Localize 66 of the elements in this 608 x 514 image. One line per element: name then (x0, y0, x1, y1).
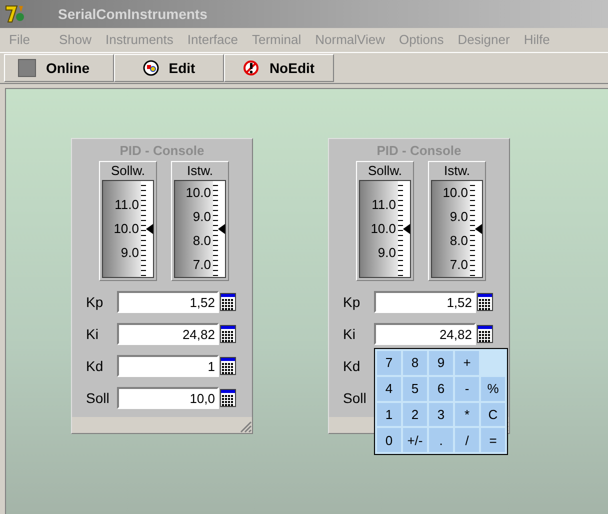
keypad-key[interactable]: 4 (377, 376, 401, 400)
square-icon (18, 59, 36, 77)
keypad-key[interactable]: 2 (403, 402, 427, 426)
field-label: Soll (342, 390, 368, 406)
input-field[interactable]: 10,0 (117, 387, 219, 409)
keypad-key[interactable]: = (481, 428, 505, 452)
input-field[interactable]: 1,52 (374, 291, 476, 313)
scale-label: 7.0 (450, 257, 468, 273)
calculator-icon[interactable] (220, 293, 236, 311)
input-field[interactable]: 24,82 (117, 323, 219, 345)
scale-label: 9.0 (378, 245, 396, 261)
gauge-label: Istw. (186, 162, 213, 180)
keypad-key[interactable]: 1 (377, 402, 401, 426)
scale-label: 9.0 (192, 209, 211, 225)
scale-label: 11.0 (114, 197, 139, 213)
resize-grip-icon[interactable] (240, 421, 252, 433)
scale-label: 10.0 (186, 185, 211, 201)
calculator-icon[interactable] (477, 293, 493, 311)
scale-label: 10.0 (442, 185, 468, 201)
calculator-icon[interactable] (220, 389, 236, 407)
scale-label: 8.0 (450, 233, 468, 249)
scale-label: 8.0 (192, 233, 211, 249)
field-label: Kd (85, 358, 104, 374)
keypad-key[interactable]: / (455, 428, 479, 452)
keypad-key[interactable]: . (429, 428, 453, 452)
input-field[interactable]: 1 (117, 355, 219, 377)
keypad-key[interactable]: +/- (403, 428, 427, 452)
gauge-label: Sollw. (368, 162, 402, 180)
calculator-icon[interactable] (220, 325, 236, 343)
toolbar-button[interactable]: Online (4, 54, 114, 82)
app-logo-icon (4, 4, 26, 24)
scale-label: 7.0 (192, 257, 211, 273)
keypad-key[interactable]: - (455, 376, 479, 400)
field-label: Ki (85, 326, 100, 342)
keypad-key[interactable]: 8 (403, 351, 427, 375)
keypad-key[interactable]: C (481, 402, 505, 426)
input-field[interactable]: 24,82 (374, 323, 476, 345)
prohibited-icon (243, 60, 260, 76)
field-label: Soll (85, 390, 110, 406)
toolbar-button[interactable]: Edit (114, 54, 224, 82)
field-label: Kp (342, 294, 362, 310)
keypad-key[interactable]: 9 (429, 351, 453, 375)
keypad-key[interactable]: + (455, 351, 479, 375)
gauge-label: Istw. (444, 162, 470, 180)
field-label: Ki (342, 326, 356, 342)
keypad-key[interactable]: % (481, 376, 505, 400)
field-label: Kd (342, 358, 362, 374)
input-field[interactable]: 1,52 (117, 291, 219, 313)
keypad-key[interactable]: 0 (377, 428, 401, 452)
scale-label: 11.0 (372, 197, 396, 213)
scale-label: 9.0 (120, 245, 139, 261)
keypad-key[interactable]: 6 (429, 376, 453, 400)
calculator-icon[interactable] (220, 357, 236, 375)
toolbar-button[interactable]: NoEdit (224, 54, 334, 82)
keypad-key[interactable]: 5 (403, 376, 427, 400)
scale-label: 10.0 (370, 221, 396, 237)
scale-label: 10.0 (114, 221, 139, 237)
gauge-label: Sollw. (111, 162, 145, 180)
edit-icon (142, 60, 159, 76)
scale-label: 9.0 (450, 209, 468, 225)
field-label: Kp (85, 294, 104, 310)
keypad-key[interactable]: * (455, 402, 479, 426)
window-title: SerialComInstruments (58, 6, 208, 22)
keypad-key[interactable]: 7 (377, 351, 401, 375)
keypad-key[interactable]: 3 (429, 402, 453, 426)
calculator-icon[interactable] (477, 325, 493, 343)
